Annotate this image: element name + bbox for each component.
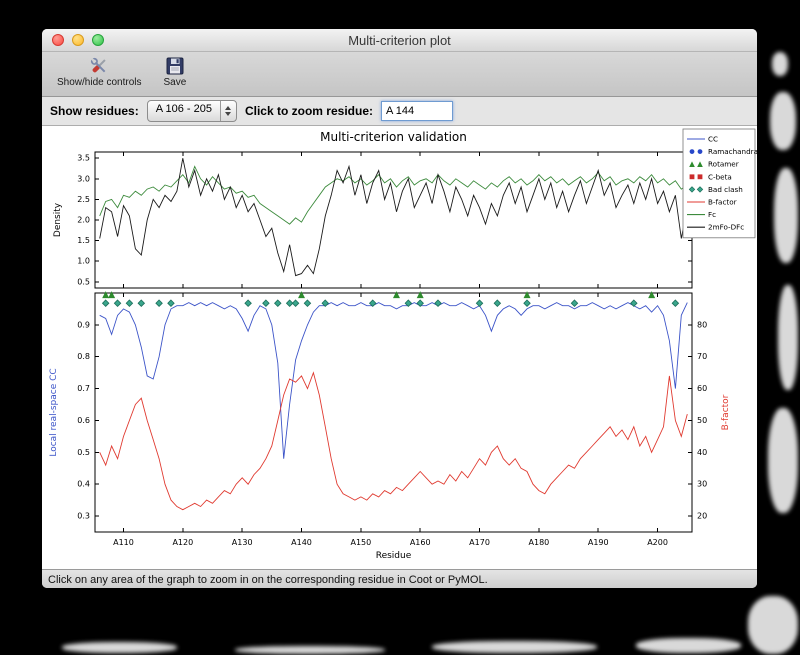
svg-text:A150: A150 (350, 538, 371, 547)
svg-text:0.6: 0.6 (77, 416, 90, 425)
svg-text:1.5: 1.5 (77, 236, 90, 245)
stepper-down-icon (225, 112, 232, 116)
edge-artifact (768, 408, 798, 513)
svg-text:Local real-space CC: Local real-space CC (49, 368, 59, 456)
svg-text:B-factor: B-factor (721, 394, 731, 430)
app-window: Multi-criterion plot Show/hide controls (42, 29, 757, 588)
svg-text:0.9: 0.9 (77, 320, 90, 329)
edge-artifact (235, 646, 385, 654)
svg-text:B-factor: B-factor (708, 198, 737, 207)
zoom-residue-label: Click to zoom residue: (244, 104, 373, 118)
edge-artifact (62, 642, 177, 653)
edge-artifact (770, 92, 796, 150)
chart-title: Multi-criterion validation (320, 130, 467, 144)
edge-artifact (432, 641, 597, 653)
controls-bar: Show residues: A 106 - 205 Click to zoom… (42, 97, 757, 126)
series-2mFo-DFc (99, 158, 688, 277)
svg-text:Ramachandran: Ramachandran (708, 147, 757, 156)
edge-artifact (748, 596, 798, 654)
save-button[interactable]: Save (159, 54, 192, 89)
plot-area: Multi-criterion validation A110 A120 A130 A1… (42, 126, 757, 569)
edge-artifact (772, 52, 788, 76)
svg-text:20: 20 (697, 512, 707, 521)
svg-text:3.0: 3.0 (77, 174, 90, 183)
svg-text:A180: A180 (529, 538, 550, 547)
svg-text:Residue: Residue (376, 551, 412, 561)
chart-legend: CC Ramachandran Rotamer C-beta Bad clash B-fa… (682, 128, 757, 239)
stepper-up-icon (225, 106, 232, 110)
svg-text:CC: CC (708, 135, 718, 144)
tools-icon (91, 57, 106, 73)
window-title: Multi-criterion plot (348, 32, 451, 48)
svg-text:A110: A110 (113, 538, 134, 547)
status-text: Click on any area of the graph to zoom i… (48, 574, 488, 586)
save-icon (166, 57, 184, 75)
show-residues-label: Show residues: (50, 104, 139, 118)
save-label: Save (163, 77, 187, 88)
svg-text:A130: A130 (232, 538, 253, 547)
svg-text:3.5: 3.5 (77, 154, 90, 163)
series-CC (99, 302, 688, 459)
svg-text:0.4: 0.4 (77, 480, 90, 489)
traffic-lights (52, 34, 104, 46)
residue-range-value: A 106 - 205 (155, 103, 212, 115)
svg-text:0.8: 0.8 (77, 352, 90, 361)
minimize-button[interactable] (72, 34, 84, 46)
svg-text:Density: Density (53, 202, 63, 237)
svg-text:0.5: 0.5 (77, 448, 90, 457)
toolbar: Show/hide controls Save (42, 52, 757, 97)
svg-text:50: 50 (697, 416, 707, 425)
zoom-residue-input[interactable] (381, 101, 453, 121)
density-axes (94, 151, 693, 289)
series-B-factor (99, 371, 688, 511)
svg-text:60: 60 (697, 384, 707, 393)
svg-text:A160: A160 (410, 538, 431, 547)
status-bar: Click on any area of the graph to zoom i… (42, 569, 757, 588)
edge-artifact (778, 285, 798, 390)
show-hide-controls-label: Show/hide controls (57, 77, 142, 88)
svg-text:0.5: 0.5 (77, 277, 90, 286)
residue-range-select[interactable]: A 106 - 205 (146, 100, 237, 122)
edge-artifact (774, 168, 798, 263)
svg-text:A170: A170 (469, 538, 490, 547)
svg-text:1.0: 1.0 (77, 257, 90, 266)
show-hide-controls-button[interactable]: Show/hide controls (52, 54, 147, 89)
svg-text:30: 30 (697, 480, 707, 489)
svg-text:Rotamer: Rotamer (708, 160, 739, 169)
cc-axes (94, 292, 693, 533)
close-button[interactable] (52, 34, 64, 46)
edge-artifact (636, 638, 741, 653)
svg-text:70: 70 (697, 352, 707, 361)
stepper-icon[interactable] (219, 101, 236, 121)
svg-text:A140: A140 (291, 538, 312, 547)
svg-text:C-beta: C-beta (708, 172, 732, 181)
svg-text:2.0: 2.0 (77, 216, 90, 225)
svg-text:80: 80 (697, 320, 707, 329)
svg-text:A200: A200 (647, 538, 668, 547)
svg-text:Bad clash: Bad clash (708, 185, 743, 194)
zoom-window-button[interactable] (92, 34, 104, 46)
svg-text:2mFo-DFc: 2mFo-DFc (708, 223, 744, 232)
svg-text:0.3: 0.3 (77, 512, 90, 521)
svg-text:Fc: Fc (708, 210, 716, 219)
svg-text:A120: A120 (172, 538, 193, 547)
svg-text:2.5: 2.5 (77, 195, 90, 204)
svg-text:0.7: 0.7 (77, 384, 90, 393)
svg-text:A190: A190 (588, 538, 609, 547)
svg-text:40: 40 (697, 448, 707, 457)
multi-criterion-chart[interactable]: Multi-criterion validation A110 A120 A130 A1… (42, 126, 757, 569)
window-titlebar[interactable]: Multi-criterion plot (42, 29, 757, 52)
